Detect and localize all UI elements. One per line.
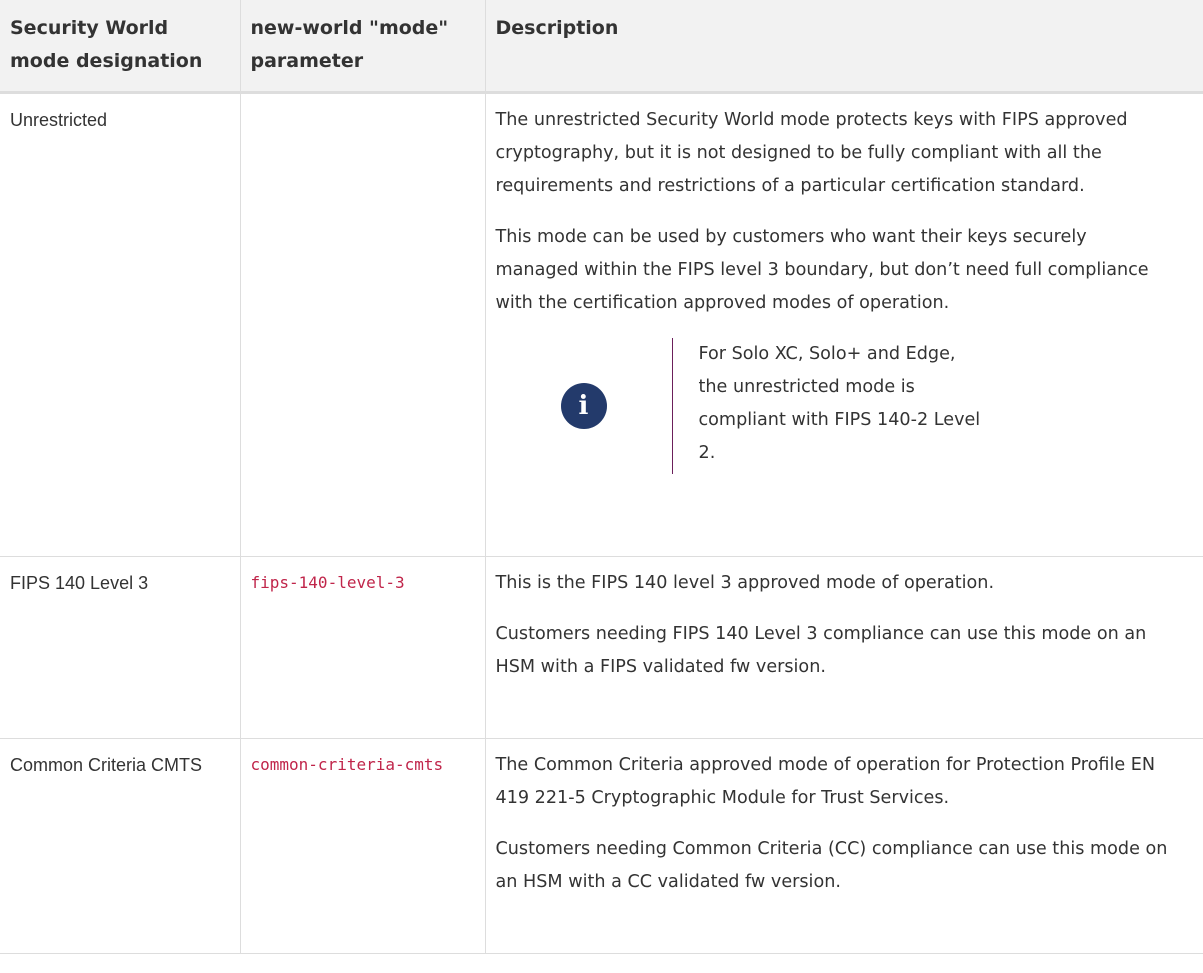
description-paragraph: Customers needing Common Criteria (CC) c… [495,839,1168,892]
mode-parameter-code: common-criteria-cmts [250,755,444,774]
info-icon: i [560,383,607,429]
table-row: Unrestricted The unrestricted Security W… [0,92,1203,557]
mode-designation-cell: Common Criteria CMTS [0,738,241,954]
header-mode-designation: Security World mode designation [0,0,241,94]
description-paragraph: The unrestricted Security World mode pro… [495,110,1128,196]
description-paragraph: Customers needing FIPS 140 Level 3 compl… [495,624,1147,677]
mode-parameter-code: fips-140-level-3 [250,573,405,592]
table-row: FIPS 140 Level 3 fips-140-level-3 This i… [0,556,1203,739]
table-header-row: Security World mode designation new-worl… [0,0,1203,94]
description-paragraph: This is the FIPS 140 level 3 approved mo… [495,573,995,593]
admonition-note: i For Solo XC, Solo+ and Edge, the unre­… [496,338,1172,474]
mode-description-cell: The Common Criteria approved mode of ope… [485,738,1203,954]
description-paragraph: This mode can be used by customers who w… [495,227,1149,313]
table-row: Common Criteria CMTS common-criteria-cmt… [0,738,1203,954]
mode-designation-cell: Unrestricted [0,92,241,557]
mode-description-cell: This is the FIPS 140 level 3 approved mo… [485,556,1203,739]
header-mode-parameter: new-world "mode" parameter [240,0,486,94]
mode-designation-cell: FIPS 140 Level 3 [0,556,241,739]
description-paragraph: The Common Criteria approved mode of ope… [495,755,1156,808]
mode-parameter-cell: fips-140-level-3 [240,556,486,739]
security-world-modes-table: Security World mode designation new-worl… [0,0,1203,954]
mode-parameter-cell [240,92,486,557]
mode-description-cell: The unrestricted Security World mode pro… [485,92,1203,557]
note-divider [671,338,673,474]
header-description: Description [485,0,1203,94]
mode-parameter-cell: common-criteria-cmts [240,738,486,954]
note-text: For Solo XC, Solo+ and Edge, the unre­st… [698,344,981,463]
